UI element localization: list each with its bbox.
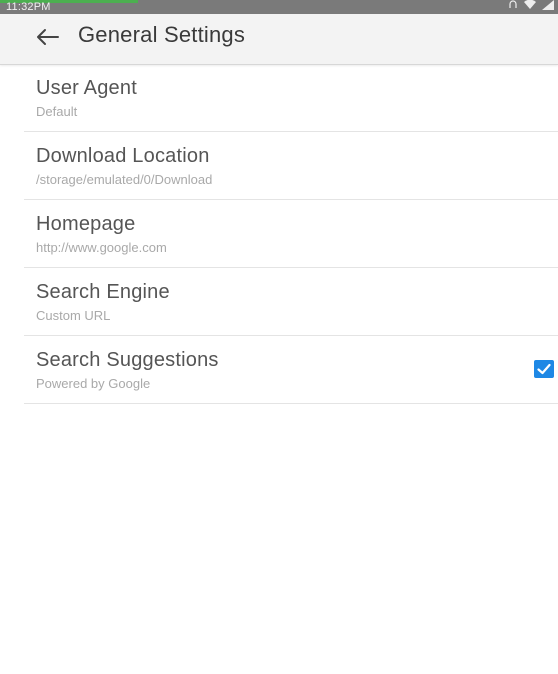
wifi-icon bbox=[524, 0, 536, 14]
settings-list: User Agent Default Download Location /st… bbox=[0, 64, 558, 404]
status-bar: 11:32PM bbox=[0, 0, 558, 14]
setting-user-agent[interactable]: User Agent Default bbox=[24, 64, 558, 132]
notification-icon bbox=[508, 0, 518, 14]
setting-label: User Agent bbox=[36, 77, 137, 99]
setting-summary: Custom URL bbox=[36, 308, 111, 323]
setting-homepage[interactable]: Homepage http://www.google.com bbox=[24, 200, 558, 268]
page-title: General Settings bbox=[78, 22, 246, 47]
setting-summary: Default bbox=[36, 104, 78, 119]
setting-search-suggestions[interactable]: Search Suggestions Powered by Google bbox=[24, 336, 558, 404]
setting-summary: http://www.google.com bbox=[36, 240, 167, 255]
signal-icon bbox=[542, 0, 554, 14]
setting-summary: Powered by Google bbox=[36, 376, 151, 391]
setting-label: Search Engine bbox=[36, 281, 170, 303]
setting-label: Homepage bbox=[36, 213, 136, 235]
setting-search-engine[interactable]: Search Engine Custom URL bbox=[24, 268, 558, 336]
setting-download-location[interactable]: Download Location /storage/emulated/0/Do… bbox=[24, 132, 558, 200]
arrow-back-icon bbox=[37, 29, 59, 45]
status-icons bbox=[508, 0, 554, 14]
checkmark-icon bbox=[537, 363, 551, 375]
setting-label: Search Suggestions bbox=[36, 349, 219, 371]
back-button[interactable] bbox=[30, 22, 64, 52]
status-time: 11:32PM bbox=[6, 1, 51, 13]
search-suggestions-checkbox[interactable] bbox=[534, 360, 554, 378]
toolbar: General Settings bbox=[0, 14, 558, 65]
setting-summary: /storage/emulated/0/Download bbox=[36, 172, 213, 187]
setting-label: Download Location bbox=[36, 145, 210, 167]
